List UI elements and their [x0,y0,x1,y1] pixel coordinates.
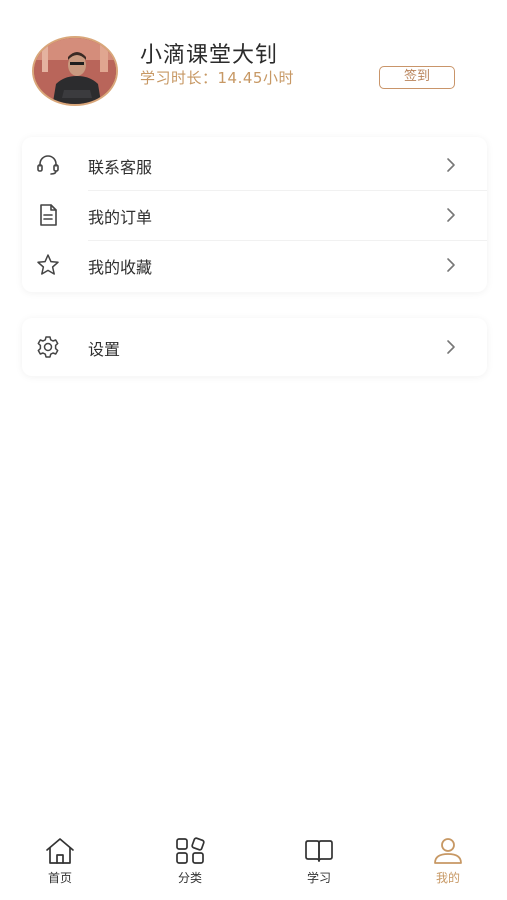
tab-label: 学习 [306,871,331,885]
menu-item-label: 我的收藏 [88,258,153,277]
home-icon [43,836,77,866]
chevron-right-icon [445,157,457,173]
tab-category[interactable]: 分类 [150,836,230,892]
menu-item-label: 我的订单 [88,208,153,227]
username: 小滴课堂大钊 [140,43,279,68]
menu-item-customer-service[interactable]: 联系客服 [22,140,487,190]
avatar[interactable] [32,36,118,106]
menu-item-label: 设置 [88,340,121,359]
chevron-right-icon [445,257,457,273]
menu-card-main: 联系客服 我的订单 我的收藏 [22,137,487,292]
document-icon [35,202,61,228]
tab-label: 首页 [47,871,72,885]
study-time: 学习时长：14.45小时 [140,69,294,87]
user-icon [431,836,465,866]
menu-card-settings: 设置 [22,318,487,376]
category-icon [173,836,207,866]
menu-item-my-favorites[interactable]: 我的收藏 [22,240,487,290]
avatar-image [34,38,116,104]
profile-header: 小滴课堂大钊 学习时长：14.45小时 签到 [0,0,507,130]
menu-item-my-orders[interactable]: 我的订单 [22,190,487,240]
headset-icon [35,152,61,178]
tab-study[interactable]: 学习 [279,836,359,892]
bottom-tab-bar: 首页 分类 学习 我的 [0,828,507,900]
gear-icon [35,334,61,360]
menu-item-label: 联系客服 [88,158,153,177]
menu-item-settings[interactable]: 设置 [22,322,487,372]
book-icon [302,836,336,866]
tab-home[interactable]: 首页 [20,836,100,892]
tab-label: 我的 [435,871,460,885]
tab-label: 分类 [177,871,202,885]
chevron-right-icon [445,207,457,223]
star-icon [35,252,61,278]
chevron-right-icon [445,339,457,355]
tab-mine[interactable]: 我的 [408,836,488,892]
checkin-button[interactable]: 签到 [379,66,455,89]
